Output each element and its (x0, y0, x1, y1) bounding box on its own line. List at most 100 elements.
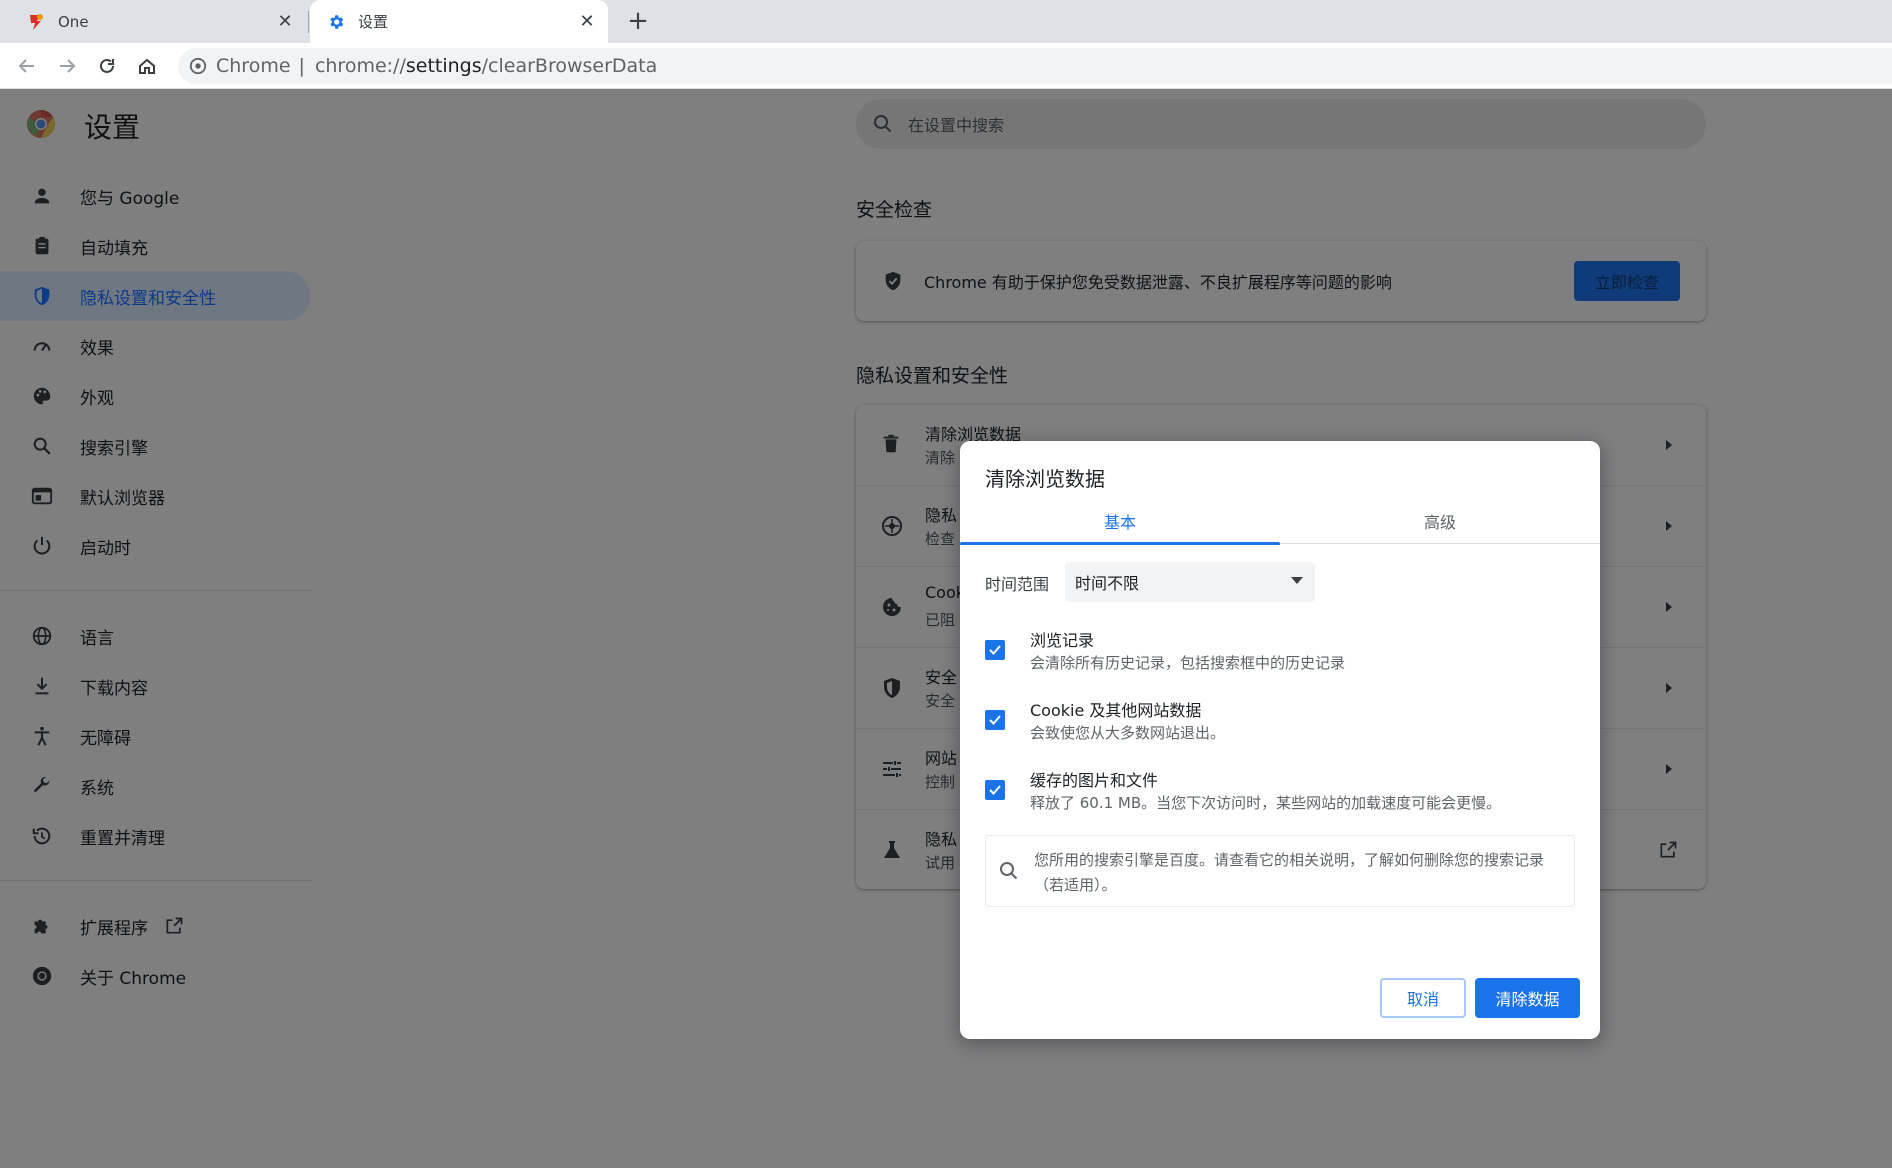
sidebar-item-accessibility[interactable]: 无障碍 (0, 711, 312, 761)
option-description: 释放了 60.1 MB。当您下次访问时，某些网站的加载速度可能会更慢。 (1030, 794, 1502, 812)
puzzle-icon (30, 914, 54, 938)
url-host: settings (405, 55, 482, 77)
close-tab-icon[interactable]: ✕ (576, 10, 598, 32)
browsing-history-checkbox[interactable] (985, 640, 1005, 660)
chevron-right-icon (1658, 435, 1678, 455)
safety-check-card: Chrome 有助于保护您免受数据泄露、不良扩展程序等问题的影响 立即检查 (856, 241, 1706, 321)
omnibox-divider: | (298, 55, 305, 77)
cache-checkbox[interactable] (985, 780, 1005, 800)
download-icon (30, 674, 54, 698)
sidebar-item-label: 搜索引擎 (80, 438, 148, 459)
dialog-title: 清除浏览数据 (985, 467, 1105, 491)
sidebar-item-privacy[interactable]: 隐私设置和安全性 (0, 271, 310, 321)
search-icon (872, 113, 894, 135)
sidebar-item-about-chrome[interactable]: 关于 Chrome (0, 951, 312, 1001)
shield-icon (30, 284, 54, 308)
back-arrow-icon[interactable] (12, 51, 42, 81)
chevron-right-icon (1658, 759, 1678, 779)
sidebar-item-label: 启动时 (80, 538, 131, 559)
sidebar-item-on-startup[interactable]: 启动时 (0, 521, 312, 571)
sidebar-item-search-engine[interactable]: 搜索引擎 (0, 421, 312, 471)
row-title: 隐私 (925, 830, 958, 849)
sidebar-item-label: 重置并清理 (80, 828, 165, 849)
note-text: 您所用的搜索引擎是百度。请查看它的相关说明，了解如何删除您的搜索记录（若适用）。 (1034, 851, 1545, 894)
toolbar: Chrome | chrome:// settings /clearBrowse… (0, 43, 1892, 89)
trash-icon (880, 433, 904, 457)
option-description: 会致使您从大多数网站退出。 (1030, 724, 1226, 742)
row-subtitle: 安全 (925, 692, 956, 710)
clear-browsing-data-dialog: 清除浏览数据 基本 高级 时间范围 时间不限 浏览记录 会清除所有历史记录，包括… (960, 441, 1600, 1039)
sidebar-item-appearance[interactable]: 外观 (0, 371, 312, 421)
palette-icon (30, 384, 54, 408)
search-placeholder: 在设置中搜索 (908, 116, 1005, 135)
option-browsing-history: 浏览记录 会清除所有历史记录，包括搜索框中的历史记录 (985, 627, 1575, 677)
check-now-button[interactable]: 立即检查 (1574, 261, 1680, 301)
sidebar-item-extensions[interactable]: 扩展程序 (0, 901, 312, 951)
sidebar-item-system[interactable]: 系统 (0, 761, 312, 811)
chevron-right-icon (1658, 597, 1678, 617)
person-icon (30, 184, 54, 208)
home-icon[interactable] (132, 51, 162, 81)
one-logo-icon (26, 12, 46, 32)
time-range-value: 时间不限 (1075, 574, 1140, 593)
clear-data-button[interactable]: 清除数据 (1475, 978, 1580, 1018)
close-tab-icon[interactable]: ✕ (274, 10, 296, 32)
sidebar-item-languages[interactable]: 语言 (0, 611, 312, 661)
cookie-icon (880, 595, 904, 619)
tab-basic[interactable]: 基本 (960, 497, 1280, 545)
tab-strip: One ✕ 设置 ✕ + (0, 0, 1892, 43)
sidebar-item-label: 隐私设置和安全性 (80, 288, 216, 309)
sidebar-item-label: 自动填充 (80, 238, 148, 259)
sidebar-item-label: 关于 Chrome (80, 968, 187, 989)
page-title: 设置 (84, 111, 141, 144)
row-subtitle: 试用 (925, 854, 956, 872)
chevron-right-icon (1658, 678, 1678, 698)
option-description: 会清除所有历史记录，包括搜索框中的历史记录 (1030, 654, 1346, 672)
speedometer-icon (30, 334, 54, 358)
globe-icon (30, 624, 54, 648)
sidebar-item-reset[interactable]: 重置并清理 (0, 811, 312, 861)
tab-settings[interactable]: 设置 ✕ (310, 0, 608, 43)
gear-icon (326, 12, 346, 32)
wrench-icon (30, 774, 54, 798)
time-range-select[interactable]: 时间不限 (1065, 562, 1315, 602)
tab-title: One (58, 12, 89, 31)
address-bar[interactable]: Chrome | chrome:// settings /clearBrowse… (178, 48, 1892, 84)
settings-search[interactable]: 在设置中搜索 (856, 99, 1706, 149)
history-icon (30, 824, 54, 848)
sidebar-item-label: 下载内容 (80, 678, 148, 699)
reload-icon[interactable] (92, 51, 122, 81)
new-tab-icon[interactable]: + (624, 8, 652, 36)
sidebar-item-downloads[interactable]: 下载内容 (0, 661, 312, 711)
option-title: 缓存的图片和文件 (1030, 771, 1159, 790)
sidebar-item-label: 语言 (80, 628, 114, 649)
tab-title: 设置 (358, 13, 389, 31)
tab-advanced[interactable]: 高级 (1280, 497, 1600, 544)
sidebar-item-performance[interactable]: 效果 (0, 321, 312, 371)
chrome-icon (30, 964, 54, 988)
sidebar-item-default-browser[interactable]: 默认浏览器 (0, 471, 312, 521)
row-title: 网站 (925, 749, 958, 768)
row-subtitle: 清除 (925, 449, 956, 467)
cookies-checkbox[interactable] (985, 710, 1005, 730)
dialog-tabs: 基本 高级 (960, 497, 1600, 545)
cancel-button[interactable]: 取消 (1380, 978, 1466, 1018)
settings-sidebar: 您与 Google 自动填充 隐私设置和安全性 效果 外观 搜索引擎 默认浏览器 (0, 171, 312, 1001)
shield-check-icon (882, 270, 904, 292)
sidebar-item-you-and-google[interactable]: 您与 Google (0, 171, 312, 221)
tab-one[interactable]: One ✕ (0, 0, 306, 43)
clipboard-icon (30, 234, 54, 258)
shield-icon (880, 676, 904, 700)
option-title: 浏览记录 (1030, 631, 1095, 650)
sidebar-item-label: 效果 (80, 338, 114, 359)
forward-arrow-icon[interactable] (52, 51, 82, 81)
accessibility-icon (30, 724, 54, 748)
compass-icon (880, 514, 904, 538)
safety-check-text: Chrome 有助于保护您免受数据泄露、不良扩展程序等问题的影响 (924, 273, 1392, 292)
row-title: 隐私 (925, 506, 958, 525)
sidebar-item-label: 您与 Google (80, 188, 180, 209)
sidebar-item-autofill[interactable]: 自动填充 (0, 221, 312, 271)
search-icon (30, 434, 54, 458)
sidebar-item-label: 系统 (80, 778, 114, 799)
tune-icon (880, 757, 904, 781)
